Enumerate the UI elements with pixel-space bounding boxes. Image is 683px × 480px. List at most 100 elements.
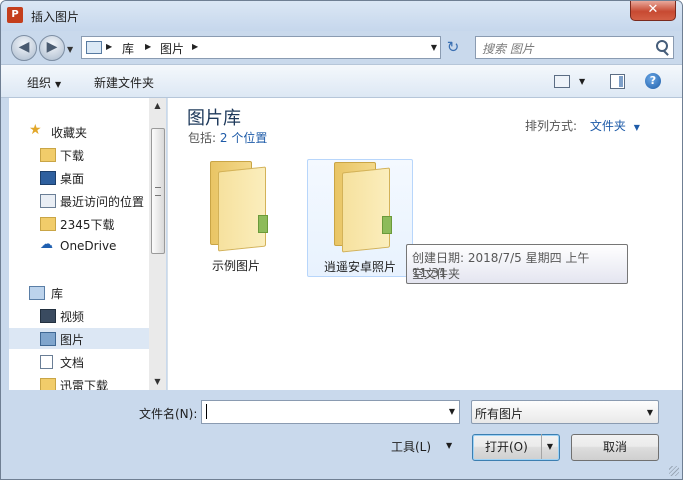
scrollbar-thumb[interactable] (151, 128, 165, 254)
sidebar-item-label: 视频 (60, 310, 85, 324)
sidebar-item-label: 库 (51, 287, 64, 301)
arrange-value: 文件夹 (589, 119, 626, 133)
new-folder-button[interactable]: 新建文件夹 (94, 74, 154, 91)
sidebar-item-pictures[interactable]: 图片 (9, 328, 149, 349)
filename-label: 文件名(N): (139, 407, 198, 421)
tooltip-folder-status: 空文件夹 (412, 267, 461, 281)
address-bar[interactable]: ▶ 库 ▶ 图片 ▶ ▼ (81, 36, 441, 59)
sidebar-item-recent-places[interactable]: 最近访问的位置 (9, 190, 149, 211)
search-icon[interactable] (656, 40, 668, 52)
folder-name: 示例图片 (211, 259, 260, 273)
sidebar-item-label: 图片 (60, 333, 85, 347)
open-options-dropdown-icon[interactable]: ▼ (541, 434, 558, 459)
library-icon (29, 286, 45, 300)
sidebar-item-downloads[interactable]: 下载 (9, 144, 149, 165)
sidebar-item-favorites[interactable]: ★ 收藏夹 (9, 121, 149, 142)
insert-picture-dialog: P 插入图片 ✕ ◀ ▶ ▼ ▶ 库 ▶ 图片 ▶ ▼ ↻ 搜索 图片 组织▼ (0, 0, 683, 480)
view-options-dropdown-icon[interactable]: ▼ (579, 77, 585, 86)
desktop-icon (40, 171, 56, 185)
sidebar-item-desktop[interactable]: 桌面 (9, 167, 149, 188)
preview-pane-icon[interactable] (610, 74, 625, 89)
video-library-icon (40, 309, 56, 323)
breadcrumb-pictures[interactable]: 图片 (160, 40, 184, 57)
sidebar-item-label: OneDrive (60, 239, 117, 253)
resize-grip-icon[interactable] (669, 466, 679, 476)
documents-library-icon (40, 355, 53, 369)
file-type-value: 所有图片 (475, 407, 524, 421)
address-dropdown-icon[interactable]: ▼ (431, 43, 437, 52)
change-view-icon[interactable] (554, 75, 570, 88)
chevron-down-icon: ▼ (633, 123, 640, 132)
folder-icon (334, 162, 392, 253)
close-button[interactable]: ✕ (630, 1, 676, 21)
folder-icon (40, 378, 56, 390)
arrange-label: 排列方式: (525, 119, 578, 133)
sidebar-item-documents[interactable]: 文档 (9, 351, 149, 372)
breadcrumb-arrow-icon[interactable]: ▶ (145, 42, 151, 51)
grip-icon (155, 187, 161, 196)
breadcrumb-arrow-icon[interactable]: ▶ (106, 42, 112, 51)
folder-item[interactable]: 示例图片 (184, 159, 288, 275)
cancel-button[interactable]: 取消 (571, 434, 659, 461)
organize-label: 组织 (27, 76, 52, 90)
onedrive-icon: ☁ (40, 237, 53, 252)
sidebar-item-thunder-downloads[interactable]: 迅雷下载 (9, 374, 149, 390)
search-input[interactable]: 搜索 图片 (475, 36, 674, 59)
folder-icon (210, 161, 268, 252)
folder-name: 逍遥安卓照片 (323, 260, 396, 274)
back-arrow-icon: ◀ (18, 39, 30, 55)
chevron-down-icon: ▼ (55, 80, 62, 89)
organize-button[interactable]: 组织 ▼ (27, 74, 61, 91)
sidebar-item-label: 桌面 (60, 172, 85, 186)
pictures-library-icon (40, 332, 56, 346)
arrange-by: 排列方式: 文件夹 ▼ (525, 117, 640, 134)
refresh-icon[interactable]: ↻ (442, 37, 464, 57)
navigation-scrollbar[interactable]: ▲ ▼ (149, 98, 166, 390)
sidebar-item-label: 下载 (60, 149, 85, 163)
includes-label: 包括: (188, 131, 217, 145)
back-button[interactable]: ◀ (11, 35, 37, 61)
forward-button[interactable]: ▶ (39, 35, 65, 61)
filename-input[interactable]: ▼ (201, 400, 460, 424)
library-icon (86, 41, 102, 54)
recent-pages-dropdown-icon[interactable]: ▼ (67, 45, 73, 54)
sidebar-item-onedrive[interactable]: ☁ OneDrive (9, 236, 149, 257)
download-folder-icon (40, 148, 56, 162)
search-placeholder: 搜索 图片 (482, 42, 534, 56)
scroll-down-icon[interactable]: ▼ (149, 374, 166, 390)
sidebar-item-libraries[interactable]: 库 (9, 282, 149, 303)
powerpoint-icon: P (7, 7, 23, 23)
sidebar-item-label: 迅雷下载 (60, 379, 109, 390)
folder-icon (40, 217, 56, 231)
breadcrumb-library[interactable]: 库 (122, 40, 134, 57)
sidebar-item-label: 收藏夹 (51, 126, 88, 140)
library-title: 图片库 (187, 108, 241, 129)
library-includes: 包括: 2 个位置 (188, 129, 267, 146)
help-icon[interactable]: ? (645, 73, 661, 89)
open-label: 打开(O) (485, 440, 528, 454)
filename-history-dropdown-icon[interactable]: ▼ (449, 407, 455, 416)
navigation-pane: ★ 收藏夹 下载 桌面 最近访问的位置 2345下载 ☁ OneDrive 库 (9, 98, 149, 390)
window-title: 插入图片 (31, 10, 80, 24)
sidebar-item-videos[interactable]: 视频 (9, 305, 149, 326)
title-bar: P 插入图片 ✕ (1, 1, 682, 31)
tools-dropdown-icon[interactable]: ▼ (446, 441, 452, 450)
star-icon: ★ (29, 122, 42, 138)
navigation-row: ◀ ▶ ▼ ▶ 库 ▶ 图片 ▶ ▼ ↻ 搜索 图片 (1, 31, 682, 63)
chevron-down-icon: ▼ (646, 408, 653, 417)
sidebar-item-label: 文档 (60, 356, 85, 370)
file-type-select[interactable]: 所有图片 ▼ (471, 400, 659, 424)
recent-places-icon (40, 194, 56, 208)
text-caret (206, 404, 207, 419)
includes-locations-link[interactable]: 2 个位置 (220, 131, 267, 145)
forward-arrow-icon: ▶ (46, 39, 58, 55)
folder-item[interactable]: 逍遥安卓照片 (307, 159, 413, 277)
arrange-by-dropdown[interactable]: 文件夹 ▼ (590, 119, 640, 133)
tools-menu-button[interactable]: 工具(L) (391, 438, 431, 455)
folder-tooltip: 创建日期: 2018/7/5 星期四 上午 11:31 空文件夹 (406, 244, 628, 284)
breadcrumb-arrow-icon[interactable]: ▶ (192, 42, 198, 51)
sidebar-item-label: 最近访问的位置 (60, 195, 145, 209)
scroll-up-icon[interactable]: ▲ (149, 98, 166, 114)
sidebar-item-2345-downloads[interactable]: 2345下载 (9, 213, 149, 234)
command-toolbar: 组织 ▼ 新建文件夹 ▼ ? (1, 64, 682, 98)
